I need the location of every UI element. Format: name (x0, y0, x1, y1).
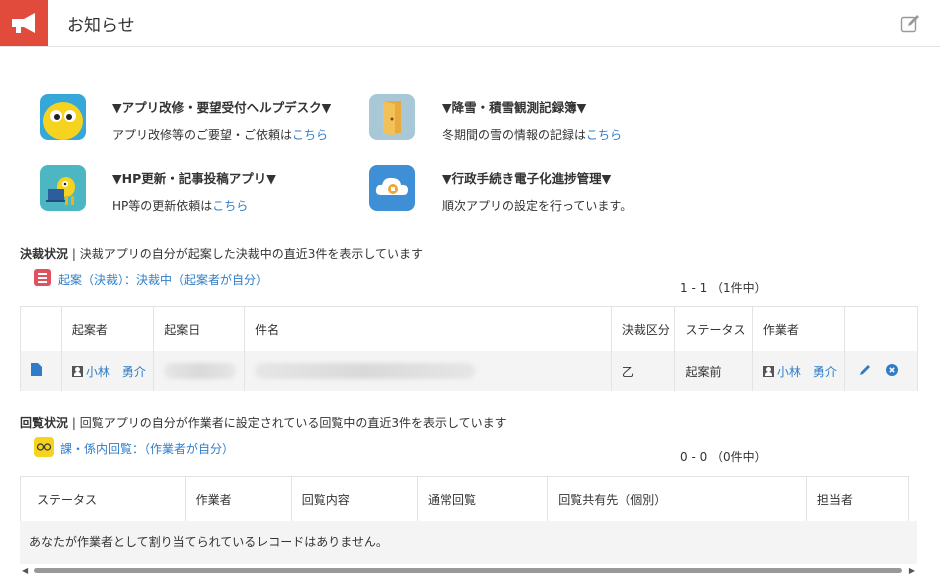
app-title-helpdesk[interactable]: ▼アプリ改修・要望受付ヘルプデスク▼ (112, 97, 331, 116)
table-header[interactable]: 作業者 (752, 306, 846, 351)
table-header[interactable]: 件名 (244, 306, 612, 351)
page-title: お知らせ (67, 16, 135, 36)
table-header[interactable]: 起案日 (153, 306, 246, 351)
document-list-icon (34, 269, 51, 286)
app-title-egov[interactable]: ▼行政手続き電子化進捗管理▼ (442, 168, 611, 187)
edit-icon[interactable] (900, 14, 920, 34)
approval-table: 起案者 起案日 件名 決裁区分 ステータス 作業者 小林 勇介 乙 起案前 小林… (20, 306, 918, 391)
delete-icon[interactable] (886, 364, 899, 379)
app-title-hp[interactable]: ▼HP更新・記事投稿アプリ▼ (112, 168, 276, 187)
approval-pager: 1 - 1 （1件中） (680, 281, 767, 295)
table-header[interactable]: 担当者 (806, 476, 910, 521)
drafter-cell: 小林 勇介 (61, 351, 155, 391)
approval-section-title: 決裁状況 | 決裁アプリの自分が起案した決裁中の直近3件を表示しています (20, 247, 423, 261)
door-icon[interactable] (369, 94, 415, 140)
megaphone-icon (0, 0, 48, 46)
table-header[interactable]: 作業者 (185, 476, 292, 521)
table-header-actions (844, 306, 918, 351)
table-header[interactable]: 通常回覧 (417, 476, 549, 521)
user-icon (762, 365, 774, 377)
helpdesk-link[interactable]: こちら (292, 128, 328, 142)
glasses-character-icon (34, 437, 54, 457)
document-icon[interactable] (31, 363, 42, 379)
table-header[interactable]: 回覧内容 (291, 476, 418, 521)
scroll-right-icon[interactable]: ▶ (909, 566, 915, 575)
actions-cell (844, 351, 918, 391)
drafter-name[interactable]: 小林 勇介 (86, 365, 146, 379)
category-cell: 乙 (611, 351, 676, 391)
app-desc-egov: 順次アプリの設定を行っています。 (442, 199, 633, 213)
table-header[interactable]: 起案者 (61, 306, 155, 351)
circulation-view-link[interactable]: 課・係内回覧：（作業者が自分） (60, 440, 234, 457)
circulation-pager: 0 - 0 （0件中） (680, 450, 767, 464)
page-header: お知らせ (0, 0, 940, 47)
table-header-row: 起案者 起案日 件名 決裁区分 ステータス 作業者 (20, 306, 918, 351)
app-desc-hp: HP等の更新依頼はこちら (112, 199, 249, 213)
hp-link[interactable]: こちら (212, 199, 248, 213)
table-row: 小林 勇介 乙 起案前 小林 勇介 (20, 351, 918, 391)
app-title-snow[interactable]: ▼降雪・積雪観測記録簿▼ (442, 97, 586, 116)
app-desc-helpdesk: アプリ改修等のご要望・ご依頼はこちら (112, 128, 329, 142)
redacted-subject (255, 363, 476, 379)
status-cell: 起案前 (674, 351, 753, 391)
approval-view-link[interactable]: 起案（決裁）：決裁中（起案者が自分） (58, 271, 268, 288)
pencil-icon[interactable] (859, 363, 872, 379)
date-cell (153, 351, 246, 391)
worker-name[interactable]: 小林 勇介 (777, 365, 837, 379)
circulation-section-title: 回覧状況 | 回覧アプリの自分が作業者に設定されている回覧中の直近3件を表示して… (20, 416, 507, 430)
redacted-date (164, 363, 237, 379)
horizontal-scrollbar[interactable]: ◀ ▶ (20, 565, 917, 575)
table-header-icon-col (20, 306, 62, 351)
user-icon (71, 365, 83, 377)
scroll-thumb[interactable] (34, 568, 902, 573)
scroll-left-icon[interactable]: ◀ (22, 566, 28, 575)
table-header[interactable]: 回覧共有先（個別） (547, 476, 807, 521)
table-header[interactable]: 決裁区分 (611, 306, 676, 351)
laptop-character-icon[interactable] (40, 165, 86, 211)
worker-cell: 小林 勇介 (752, 351, 846, 391)
record-detail-cell (20, 351, 62, 391)
table-header[interactable]: ステータス (674, 306, 753, 351)
table-header[interactable]: ステータス (20, 476, 186, 521)
subject-cell (244, 351, 612, 391)
app-desc-snow: 冬期間の雪の情報の記録はこちら (442, 128, 623, 142)
cloud-icon[interactable] (369, 165, 415, 211)
table-header-row: ステータス 作業者 回覧内容 通常回覧 回覧共有先（個別） 担当者 (20, 476, 910, 521)
yellow-character-icon[interactable] (40, 94, 86, 140)
empty-message: あなたが作業者として割り当てられているレコードはありません。 (20, 521, 917, 564)
circulation-table: ステータス 作業者 回覧内容 通常回覧 回覧共有先（個別） 担当者 (20, 476, 910, 521)
snow-link[interactable]: こちら (586, 128, 622, 142)
